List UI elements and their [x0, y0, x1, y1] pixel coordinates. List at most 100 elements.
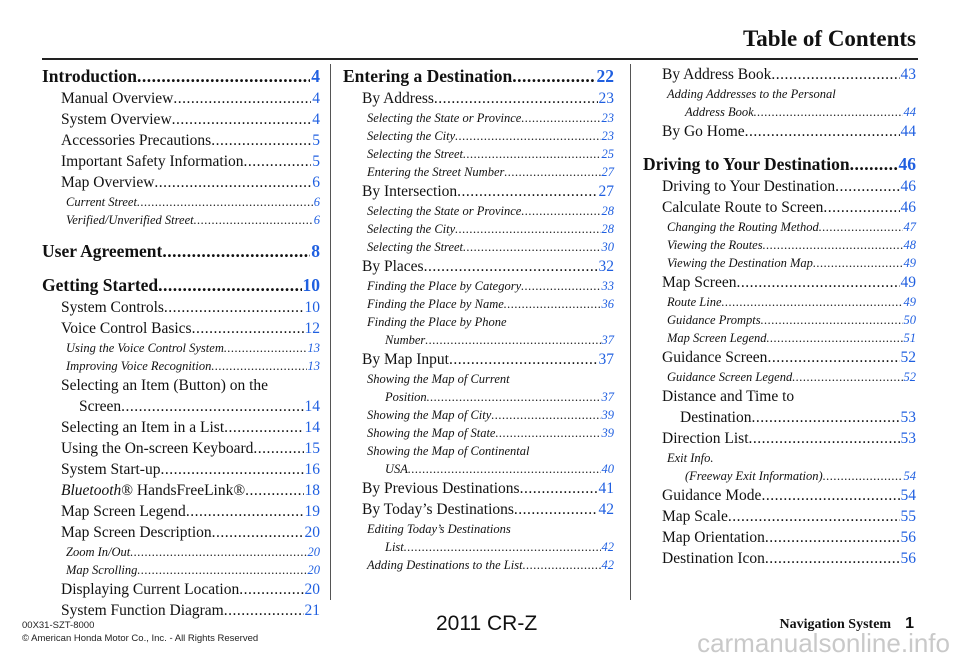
page-link[interactable]: 15 [304, 440, 321, 458]
page-link[interactable]: 56 [900, 550, 917, 568]
toc-entry[interactable]: Adding Addresses to the Personal Address … [643, 87, 916, 123]
toc-entry[interactable]: Voice Control Basics 12 [42, 320, 320, 341]
page-link[interactable]: 54 [900, 487, 917, 505]
toc-entry[interactable]: Selecting the Street 30 [343, 240, 614, 258]
page-link[interactable]: 6 [313, 213, 320, 228]
page-link[interactable]: 52 [903, 370, 917, 385]
page-link[interactable]: 20 [304, 581, 321, 599]
toc-entry[interactable]: Important Safety Information 5 [42, 153, 320, 174]
page-link[interactable]: 53 [900, 430, 917, 448]
toc-entry[interactable]: Viewing the Destination Map 49 [643, 256, 916, 274]
toc-entry[interactable]: Using the Voice Control System 13 [42, 341, 320, 359]
toc-entry[interactable]: Displaying Current Location 20 [42, 581, 320, 602]
page-link[interactable]: 14 [304, 398, 321, 416]
toc-entry[interactable]: Accessories Precautions 5 [42, 132, 320, 153]
toc-entry[interactable]: Bluetooth® HandsFreeLink® 18 [42, 482, 320, 503]
toc-entry[interactable]: Showing the Map of State 39 [343, 426, 614, 444]
toc-entry[interactable]: Guidance Mode 54 [643, 487, 916, 508]
toc-entry[interactable]: Showing the Map of Continental USA 40 [343, 444, 614, 480]
page-link[interactable]: 37 [598, 351, 615, 369]
page-link[interactable]: 42 [601, 540, 615, 555]
toc-entry[interactable]: Finding the Place by Name 36 [343, 297, 614, 315]
toc-entry[interactable]: Entering a Destination 22 [343, 66, 614, 90]
page-link[interactable]: 20 [307, 563, 321, 578]
page-link[interactable]: 23 [601, 129, 615, 144]
page-link[interactable]: 39 [601, 408, 615, 423]
page-link[interactable]: 4 [310, 66, 320, 87]
page-link[interactable]: 30 [601, 240, 615, 255]
page-link[interactable]: 39 [601, 426, 615, 441]
page-link[interactable]: 4 [311, 90, 320, 108]
page-link[interactable]: 49 [903, 256, 917, 271]
page-link[interactable]: 55 [900, 508, 917, 526]
page-link[interactable]: 13 [307, 359, 321, 374]
toc-entry[interactable]: By Address 23 [343, 90, 614, 111]
page-link[interactable]: 10 [304, 299, 321, 317]
toc-entry[interactable]: By Map Input 37 [343, 351, 614, 372]
toc-entry[interactable]: By Today’s Destinations 42 [343, 501, 614, 522]
page-link[interactable]: 20 [307, 545, 321, 560]
page-link[interactable]: 8 [310, 241, 320, 262]
page-link[interactable]: 6 [311, 174, 320, 192]
toc-entry[interactable]: Map Scrolling 20 [42, 563, 320, 581]
toc-entry[interactable]: Selecting the City 23 [343, 129, 614, 147]
page-link[interactable]: 49 [900, 274, 917, 292]
toc-entry[interactable]: Map Screen Description 20 [42, 524, 320, 545]
toc-entry[interactable]: Verified/Unverified Street 6 [42, 213, 320, 231]
page-link[interactable]: 27 [601, 165, 615, 180]
toc-entry[interactable]: Showing the Map of City 39 [343, 408, 614, 426]
toc-entry[interactable]: Viewing the Routes 48 [643, 238, 916, 256]
toc-entry[interactable]: Driving to Your Destination 46 [643, 154, 916, 178]
page-link[interactable]: 54 [903, 469, 917, 484]
toc-entry[interactable]: Guidance Screen Legend 52 [643, 370, 916, 388]
page-link[interactable]: 56 [900, 529, 917, 547]
toc-entry[interactable]: Destination Icon 56 [643, 550, 916, 571]
toc-entry[interactable]: By Previous Destinations 41 [343, 480, 614, 501]
toc-entry[interactable]: Map Screen Legend 51 [643, 331, 916, 349]
page-link[interactable]: 14 [304, 419, 321, 437]
toc-entry[interactable]: Selecting an Item in a List 14 [42, 419, 320, 440]
page-link[interactable]: 4 [311, 111, 320, 129]
page-link[interactable]: 51 [903, 331, 917, 346]
toc-entry[interactable]: Map Orientation 56 [643, 529, 916, 550]
page-link[interactable]: 41 [598, 480, 615, 498]
page-link[interactable]: 16 [304, 461, 321, 479]
page-link[interactable]: 5 [311, 132, 320, 150]
toc-entry[interactable]: By Intersection 27 [343, 183, 614, 204]
page-link[interactable]: 18 [304, 482, 321, 500]
toc-entry[interactable]: Adding Destinations to the List 42 [343, 558, 614, 576]
toc-entry[interactable]: Map Screen 49 [643, 274, 916, 295]
toc-entry[interactable]: Improving Voice Recognition 13 [42, 359, 320, 377]
page-link[interactable]: 46 [898, 154, 917, 175]
page-link[interactable]: 44 [900, 123, 917, 141]
page-link[interactable]: 10 [302, 275, 321, 296]
page-link[interactable]: 37 [601, 390, 615, 405]
page-link[interactable]: 6 [313, 195, 320, 210]
page-link[interactable]: 21 [304, 602, 321, 620]
toc-entry[interactable]: Map Scale 55 [643, 508, 916, 529]
page-link[interactable]: 13 [307, 341, 321, 356]
toc-entry[interactable]: Guidance Prompts 50 [643, 313, 916, 331]
page-link[interactable]: 12 [304, 320, 321, 338]
toc-entry[interactable]: By Places 32 [343, 258, 614, 279]
toc-entry[interactable]: Selecting an Item (Button) on the Screen 1… [42, 377, 320, 419]
toc-entry[interactable]: Map Screen Legend 19 [42, 503, 320, 524]
page-link[interactable]: 46 [900, 178, 917, 196]
toc-entry[interactable]: Entering the Street Number 27 [343, 165, 614, 183]
toc-entry[interactable]: By Address Book 43 [643, 66, 916, 87]
toc-entry[interactable]: By Go Home 44 [643, 123, 916, 144]
page-link[interactable]: 32 [598, 258, 615, 276]
toc-entry[interactable]: Distance and Time to Destination 53 [643, 388, 916, 430]
page-link[interactable]: 42 [598, 501, 615, 519]
toc-entry[interactable]: Manual Overview 4 [42, 90, 320, 111]
toc-entry[interactable]: Getting Started 10 [42, 275, 320, 299]
page-link[interactable]: 28 [601, 222, 615, 237]
toc-entry[interactable]: Calculate Route to Screen 46 [643, 199, 916, 220]
toc-entry[interactable]: Changing the Routing Method 47 [643, 220, 916, 238]
toc-entry[interactable]: Finding the Place by Category 33 [343, 279, 614, 297]
toc-entry[interactable]: Direction List 53 [643, 430, 916, 451]
toc-entry[interactable]: Introduction 4 [42, 66, 320, 90]
toc-entry[interactable]: Selecting the Street 25 [343, 147, 614, 165]
toc-entry[interactable]: Selecting the State or Province 23 [343, 111, 614, 129]
toc-entry[interactable]: System Start-up 16 [42, 461, 320, 482]
